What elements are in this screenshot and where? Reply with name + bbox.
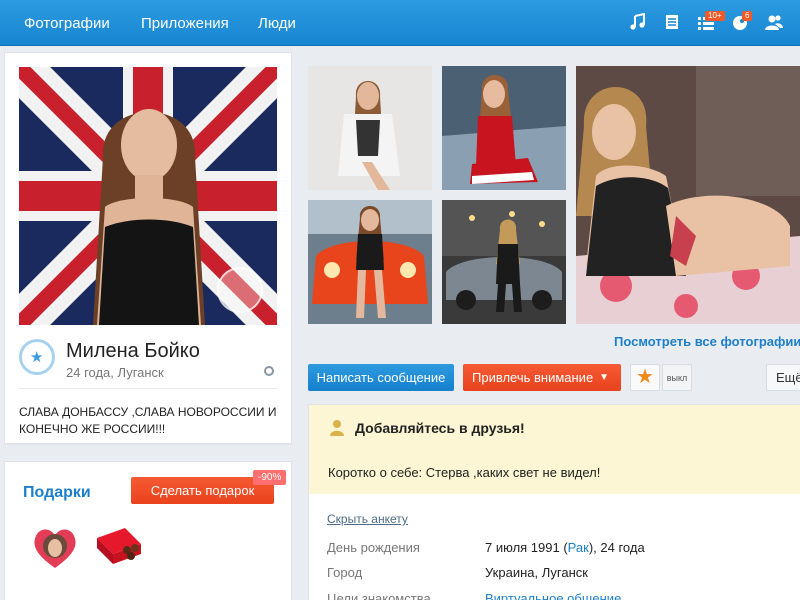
guests-badge: 6 — [742, 11, 753, 21]
favorite-star-button[interactable]: ★ — [630, 364, 660, 391]
profile-avatar[interactable] — [19, 67, 277, 325]
gift-item[interactable] — [29, 524, 81, 570]
birthday-value: 7 июля 1991 (Рак), 24 года — [485, 540, 645, 555]
nav-photos-link[interactable]: Фотографии — [24, 15, 110, 32]
photo-thumbnail[interactable] — [308, 66, 432, 190]
birthday-date: 7 июля 1991 ( — [485, 540, 568, 555]
friends-icon[interactable] — [764, 13, 784, 33]
online-status-icon — [264, 366, 274, 376]
city-value: Украина, Луганск — [485, 565, 588, 580]
dating-goals-link[interactable]: Виртуальное общение — [485, 591, 621, 600]
city-label: Город — [327, 565, 363, 580]
photo-thumbnail[interactable] — [442, 66, 566, 190]
profile-age-city: 24 года, Луганск — [66, 365, 164, 380]
gift-item[interactable] — [91, 524, 143, 570]
guests-icon[interactable]: 6 — [732, 11, 753, 33]
more-button[interactable]: Ещё — [766, 364, 800, 391]
profile-card: ★ Милена Бойко 24 года, Луганск СЛАВА ДО… — [4, 52, 292, 444]
photo-thumbnail[interactable] — [442, 200, 566, 324]
discount-badge: -90% — [253, 470, 287, 485]
music-icon[interactable] — [629, 12, 649, 33]
gifts-title[interactable]: Подарки — [23, 484, 91, 502]
add-friend-link[interactable]: Добавляйтесь в друзья! — [355, 420, 525, 436]
toggle-off-button[interactable]: выкл — [662, 364, 692, 391]
profile-info-panel: Добавляйтесь в друзья! Коротко о себе: С… — [308, 404, 800, 600]
add-friend-box: Добавляйтесь в друзья! Коротко о себе: С… — [309, 405, 800, 494]
birthday-label: День рождения — [327, 540, 420, 555]
about-text: Коротко о себе: Стерва ,каких свет не ви… — [328, 465, 601, 480]
chevron-down-icon: ▼ — [599, 372, 609, 383]
attract-attention-label: Привлечь внимание — [472, 370, 594, 385]
attract-attention-button[interactable]: Привлечь внимание ▼ — [463, 364, 621, 391]
gift-overlay-icon[interactable] — [217, 267, 263, 313]
nav-people-link[interactable]: Люди — [258, 15, 296, 32]
birthday-age: ), 24 года — [588, 540, 645, 555]
events-badge: 10+ — [705, 11, 725, 21]
rating-star-icon[interactable]: ★ — [19, 339, 55, 375]
person-icon — [329, 419, 345, 436]
photo-thumbnail[interactable] — [308, 200, 432, 324]
gifts-card: Подарки Сделать подарок -90% — [4, 461, 292, 600]
feed-icon[interactable] — [664, 13, 684, 33]
divider — [19, 388, 277, 389]
see-all-photos-link[interactable]: Посмотреть все фотографии — [614, 334, 800, 349]
dating-goals-label: Цели знакомства — [327, 591, 431, 600]
hide-profile-link[interactable]: Скрыть анкету — [327, 512, 408, 526]
write-message-button[interactable]: Написать сообщение — [308, 364, 454, 391]
photo-main[interactable] — [576, 66, 800, 324]
nav-apps-link[interactable]: Приложения — [141, 15, 229, 32]
events-icon[interactable]: 10+ — [697, 11, 725, 33]
profile-status: СЛАВА ДОНБАССУ ,СЛАВА НОВОРОССИИ И КОНЕЧ… — [19, 405, 277, 436]
profile-name: Милена Бойко — [66, 340, 200, 362]
top-navigation-bar: Фотографии Приложения Люди 10+ 6 — [0, 0, 800, 46]
zodiac-link[interactable]: Рак — [568, 540, 589, 555]
